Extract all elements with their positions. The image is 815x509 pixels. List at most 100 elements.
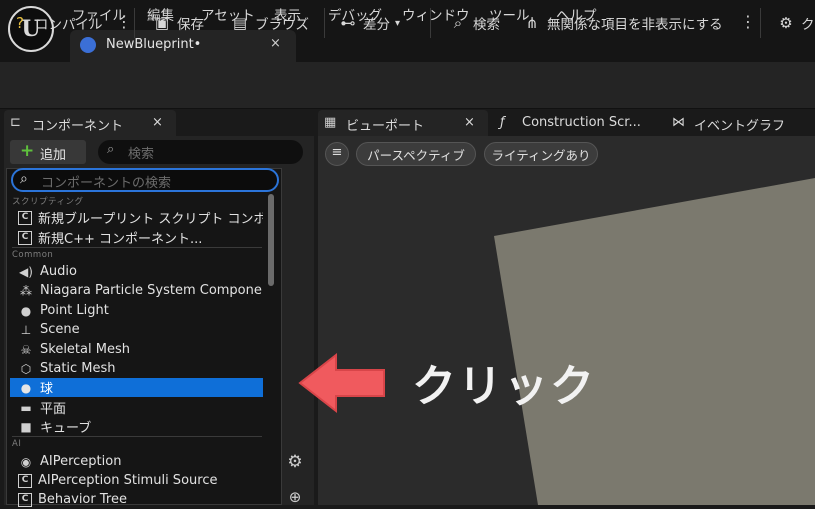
hide-unrelated-button[interactable]: ⋔ 無関係な項目を非表示にする xyxy=(522,13,723,33)
construction-script-tab[interactable]: ƒ Construction Scr... xyxy=(494,110,654,136)
diff-button[interactable]: ⊷ 差分 ▾ xyxy=(338,13,401,33)
component-search-placeholder: コンポーネントの検索 xyxy=(41,176,172,191)
document-tab[interactable]: NewBlueprint• × xyxy=(70,30,296,62)
particle-icon: ⁂ xyxy=(20,283,32,298)
left-arrow-icon xyxy=(298,352,385,414)
function-icon: ƒ xyxy=(500,115,505,130)
search-icon: ⌕ xyxy=(107,142,115,157)
item-label: Point Light xyxy=(40,303,109,318)
sphere-icon: ● xyxy=(20,380,32,395)
save-button[interactable]: ▣ 保存 xyxy=(152,13,204,33)
toolbar-separator xyxy=(430,8,431,38)
browse-icon: ▤ xyxy=(232,14,248,32)
document-tab-label: NewBlueprint• xyxy=(106,37,202,52)
viewport[interactable] xyxy=(318,136,815,505)
compile-button[interactable]: ? コンパイル xyxy=(10,13,103,33)
list-item[interactable]: ⬡ Static Mesh xyxy=(18,359,263,378)
annotation-text: クリック xyxy=(412,361,596,412)
viewport-menu-button[interactable]: ≡ xyxy=(325,142,349,166)
list-item[interactable]: ● Point Light xyxy=(18,301,263,320)
dropdown-scrollbar[interactable] xyxy=(268,194,274,286)
save-icon: ▣ xyxy=(154,14,170,32)
diff-label: 差分 xyxy=(363,17,390,33)
list-item[interactable]: ◉ AIPerception xyxy=(18,452,263,471)
list-item[interactable]: ☠ Skeletal Mesh xyxy=(18,340,263,359)
class-settings-button[interactable]: ⚙ ク xyxy=(776,13,815,33)
event-graph-tab[interactable]: ⋈ イベントグラフ xyxy=(668,110,815,136)
toolbar-separator xyxy=(134,8,135,38)
components-search-input[interactable]: ⌕ 検索 xyxy=(98,140,303,164)
item-label: Static Mesh xyxy=(40,361,116,376)
list-item[interactable]: ⊥ Scene xyxy=(18,320,263,339)
list-item[interactable]: C 新規C++ コンポーネント... xyxy=(18,228,263,247)
toolbar-separator xyxy=(324,8,325,38)
item-label: キューブ xyxy=(40,421,92,436)
list-item[interactable]: ◀) Audio xyxy=(18,262,263,281)
search-button[interactable]: ⌕ 検索 xyxy=(448,13,500,33)
divider xyxy=(12,247,262,248)
item-label: AIPerception Stimuli Source xyxy=(38,473,218,488)
search-icon: ⌕ xyxy=(453,14,463,32)
component-class-icon: C xyxy=(18,473,32,488)
perspective-button[interactable]: パースペクティブ xyxy=(356,142,476,166)
category-scripting: スクリプティング xyxy=(12,197,84,207)
close-tab-button[interactable]: × xyxy=(464,115,475,130)
list-item[interactable]: C Behavior Tree xyxy=(18,490,263,509)
cube-icon: ■ xyxy=(20,419,32,434)
chevron-down-icon: ▾ xyxy=(395,17,401,29)
item-label: Skeletal Mesh xyxy=(40,342,130,357)
search-placeholder: 検索 xyxy=(128,147,155,162)
viewport-tab[interactable]: ▦ ビューポート × xyxy=(318,110,488,136)
item-label: 平面 xyxy=(40,402,67,417)
list-item[interactable]: ⁂ Niagara Particle System Component xyxy=(18,281,263,300)
component-class-icon: C xyxy=(18,230,32,245)
plus-icon: + xyxy=(20,141,35,161)
item-label: 新規ブループリント スクリプト コンポーネント xyxy=(38,212,263,227)
toolbar xyxy=(0,62,815,109)
compile-status-icon: ? xyxy=(16,14,24,32)
divider xyxy=(12,436,262,437)
floor-plane xyxy=(494,178,815,505)
category-common: Common xyxy=(12,250,54,260)
browse-button[interactable]: ▤ ブラウズ xyxy=(230,13,309,33)
scene-icon: ⊥ xyxy=(20,322,32,337)
compile-label: コンパイル xyxy=(35,17,103,33)
item-label: Scene xyxy=(40,322,80,337)
hide-unrelated-label: 無関係な項目を非表示にする xyxy=(547,17,723,33)
lighting-button[interactable]: ライティングあり xyxy=(484,142,598,166)
list-item[interactable]: ▬ 平面 xyxy=(18,398,263,418)
plane-icon: ▬ xyxy=(20,400,32,415)
component-tab-icon: ⊏ xyxy=(10,115,21,130)
more-options-icon[interactable]: ⋮ xyxy=(740,12,756,31)
gear-icon[interactable]: ⚙ xyxy=(282,452,308,476)
add-circle-icon[interactable]: ⊕ xyxy=(282,488,308,506)
speaker-icon: ◀) xyxy=(19,264,33,279)
eventgraph-tab-label: イベントグラフ xyxy=(694,119,786,134)
list-item[interactable]: ■ キューブ xyxy=(18,417,263,437)
list-item-selected[interactable]: ● 球 xyxy=(10,378,263,397)
skeleton-icon: ☠ xyxy=(20,342,32,357)
viewport-icon: ▦ xyxy=(324,115,337,130)
list-item[interactable]: C AIPerception Stimuli Source xyxy=(18,471,263,490)
add-label: 追加 xyxy=(40,148,67,163)
class-settings-label: ク xyxy=(801,17,815,33)
item-label: AIPerception xyxy=(40,454,122,469)
close-tab-button[interactable]: × xyxy=(152,115,163,130)
component-search-input[interactable]: ⌕ コンポーネントの検索 xyxy=(11,168,279,192)
lightbulb-icon: ● xyxy=(20,303,32,318)
construction-tab-label: Construction Scr... xyxy=(522,115,641,130)
close-tab-button[interactable]: × xyxy=(270,36,281,51)
components-tab[interactable]: ⊏ コンポーネント × xyxy=(4,110,176,136)
compile-options-icon[interactable]: ⋮ xyxy=(116,12,132,31)
component-class-icon: C xyxy=(18,492,32,507)
item-label: Audio xyxy=(40,264,77,279)
list-item[interactable]: C 新規ブループリント スクリプト コンポーネント xyxy=(18,208,263,227)
components-tab-label: コンポーネント xyxy=(32,119,124,134)
perception-icon: ◉ xyxy=(20,454,32,469)
add-component-button[interactable]: + 追加 xyxy=(10,140,86,164)
gear-icon: ⚙ xyxy=(779,14,793,32)
item-label: Niagara Particle System Component xyxy=(40,283,263,298)
search-label: 検索 xyxy=(473,17,500,33)
search-icon: ⌕ xyxy=(20,171,28,187)
graph-icon: ⋈ xyxy=(672,115,685,130)
